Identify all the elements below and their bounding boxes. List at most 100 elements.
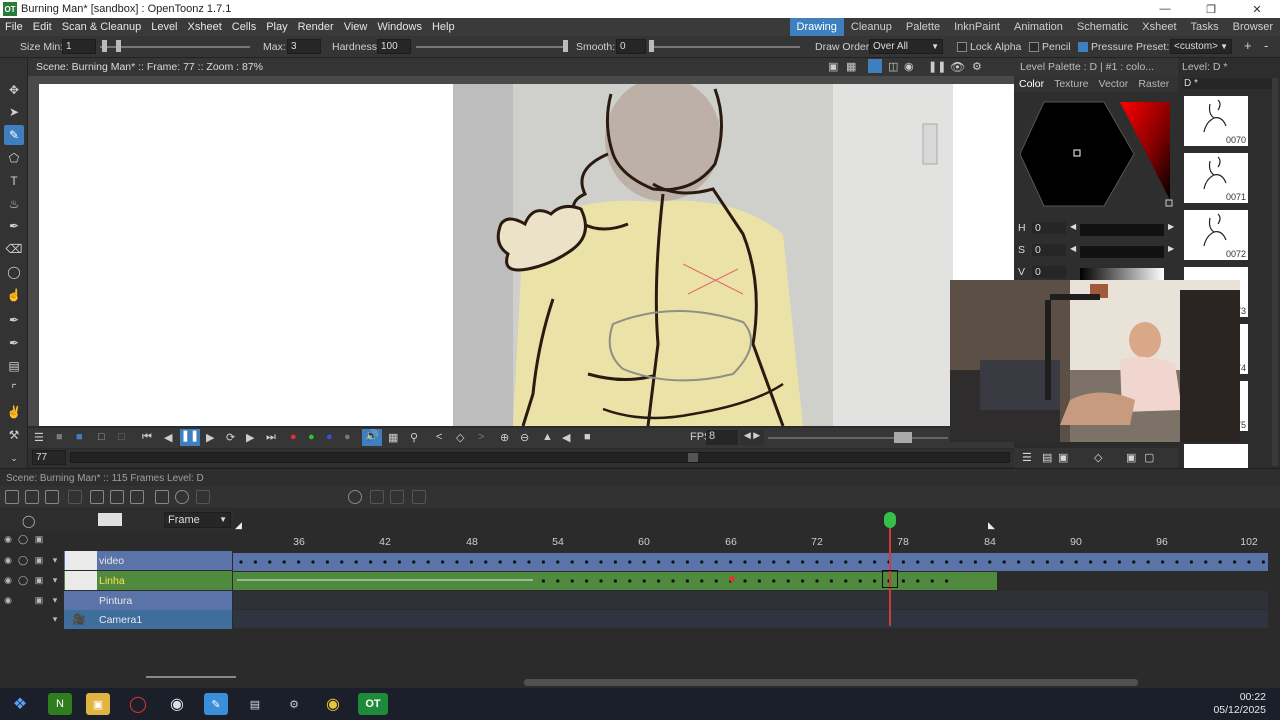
size-slider[interactable] <box>100 46 250 48</box>
step-icon[interactable] <box>110 490 124 504</box>
stop-icon[interactable]: ■ <box>584 431 591 443</box>
frame-field[interactable]: 77 <box>32 450 66 465</box>
preview-eye-icon[interactable]: 👁 <box>950 60 965 74</box>
lock-alpha-checkbox[interactable]: Lock Alpha <box>957 41 1021 53</box>
menu-icon[interactable]: ☰ <box>34 431 44 444</box>
new-toonz-raster-level-icon[interactable] <box>25 490 39 504</box>
close-button[interactable]: ✕ <box>1234 0 1280 18</box>
smooth-slider[interactable] <box>650 46 800 48</box>
bg-white-icon[interactable]: ■ <box>76 431 83 443</box>
tab-texture[interactable]: Texture <box>1049 78 1093 90</box>
pencil-checkbox[interactable]: Pencil <box>1029 41 1071 53</box>
opera-icon[interactable]: ◯ <box>126 693 150 715</box>
decrease-step-icon[interactable] <box>390 490 404 504</box>
hardness-handle[interactable] <box>563 40 568 52</box>
tab-raster[interactable]: Raster <box>1133 78 1174 90</box>
room-tab-animation[interactable]: Animation <box>1007 18 1070 36</box>
save-palette-icon[interactable]: ▣ <box>1058 451 1068 464</box>
chevron-down-icon[interactable]: ▾ <box>50 555 60 565</box>
menu-cells[interactable]: Cells <box>227 21 261 33</box>
finger-tool-icon[interactable]: ☝ <box>4 285 24 305</box>
swing-icon[interactable] <box>196 490 210 504</box>
size-max-handle[interactable] <box>116 40 121 52</box>
green-channel-icon[interactable]: ● <box>308 431 315 443</box>
flip-vertical-icon[interactable]: ▲ <box>542 431 553 443</box>
size-min-handle[interactable] <box>102 40 107 52</box>
level-frame-thumbnail[interactable]: 0072 <box>1184 210 1248 260</box>
chevron-down-icon[interactable]: ▾ <box>50 575 60 585</box>
layer-video[interactable]: ◉ ◯ ▣ ▾ video <box>0 551 233 570</box>
menu-play[interactable]: Play <box>261 21 292 33</box>
frame-zoom-select[interactable]: Frame ▼ <box>164 512 231 528</box>
camstand-toggle-all-icon[interactable]: ◯ <box>18 534 28 544</box>
palette-menu-icon[interactable]: ☰ <box>1022 451 1032 464</box>
room-tab-drawing[interactable]: Drawing <box>789 18 844 36</box>
play-range-end-marker[interactable]: ◣ <box>988 520 995 531</box>
play-icon[interactable]: ▶ <box>206 431 214 444</box>
camera-view-icon[interactable]: ◉ <box>904 60 914 73</box>
add-preset-button[interactable]: + <box>1244 38 1252 53</box>
preview-eye-icon[interactable]: ◉ <box>3 595 13 605</box>
layer-pintura[interactable]: ◉ ▣ ▾ Pintura <box>0 591 233 610</box>
layer-linha[interactable]: ◉ ◯ ▣ ▾ Linha <box>0 571 233 590</box>
freeze-icon[interactable]: ❚❚ <box>928 60 946 73</box>
zoom-out-icon[interactable]: ⊖ <box>520 431 529 444</box>
windows-start-icon[interactable]: ❖ <box>8 693 32 715</box>
repeat-icon[interactable] <box>90 490 104 504</box>
current-frame-marker[interactable] <box>884 512 896 528</box>
type-tool-icon[interactable]: T <box>4 171 24 191</box>
level-strip-scrollbar[interactable] <box>1272 78 1278 466</box>
track-pintura[interactable] <box>233 591 1268 609</box>
file-explorer-icon[interactable]: ▣ <box>86 693 110 715</box>
menu-render[interactable]: Render <box>293 21 339 33</box>
random-icon[interactable] <box>412 490 426 504</box>
sub-camera-preview-icon[interactable]: ⚙ <box>972 60 982 73</box>
nvidia-icon[interactable]: N <box>48 693 72 715</box>
save-palette-as-icon[interactable]: ▤ <box>1042 451 1052 464</box>
eraser-tool-icon[interactable]: ⌫ <box>4 239 24 259</box>
hammer-tool-icon[interactable]: ⚒ <box>4 425 24 445</box>
field-guide-icon[interactable]: ▦ <box>846 60 856 73</box>
rgb-picker-tool-icon[interactable]: ✒ <box>4 333 24 353</box>
notes-icon[interactable]: ▤ <box>243 693 267 715</box>
toggle-orientation-icon[interactable]: ◯ <box>22 514 35 528</box>
fps-field[interactable]: 8 <box>706 430 738 445</box>
minimize-button[interactable]: — <box>1142 0 1188 18</box>
hue-decrement-icon[interactable]: ◀ <box>1070 222 1076 231</box>
new-vector-level-icon[interactable] <box>5 490 19 504</box>
rotate-icon[interactable] <box>348 490 362 504</box>
hue-increment-icon[interactable]: ▶ <box>1168 222 1174 231</box>
last-frame-icon[interactable]: ⏭ <box>266 431 276 444</box>
level-name-field[interactable]: D * <box>1182 78 1278 89</box>
smooth-handle[interactable] <box>649 40 654 52</box>
level-frame-thumbnail[interactable] <box>1184 444 1248 468</box>
frame-slider[interactable] <box>70 452 1010 463</box>
room-tab-browser[interactable]: Browser <box>1226 18 1280 36</box>
tab-vector[interactable]: Vector <box>1094 78 1134 90</box>
preview-toggle-all-icon[interactable]: ◉ <box>3 534 13 544</box>
lock-icon[interactable]: ▣ <box>34 575 44 585</box>
loop-icon[interactable]: ⟳ <box>226 431 235 444</box>
increase-step-icon[interactable] <box>370 490 384 504</box>
fps-slider-handle[interactable] <box>894 432 912 443</box>
level-frame-thumbnail[interactable]: 0070 <box>1184 96 1248 146</box>
tab-color[interactable]: Color <box>1014 78 1049 90</box>
flip-horizontal-icon[interactable]: ◀ <box>562 431 570 444</box>
track-camera1[interactable] <box>233 610 1268 628</box>
steam-icon[interactable]: ⚙ <box>282 693 306 715</box>
menu-file[interactable]: File <box>0 21 28 33</box>
level-frame-thumbnail[interactable]: 0071 <box>1184 153 1248 203</box>
menu-xsheet[interactable]: Xsheet <box>183 21 227 33</box>
locator-icon[interactable]: ⚲ <box>410 431 418 444</box>
fps-slider[interactable] <box>768 437 948 439</box>
safe-area-icon[interactable]: ▣ <box>828 60 838 73</box>
preview-eye-icon[interactable]: ◉ <box>3 555 13 565</box>
reframe-icon[interactable] <box>68 490 82 504</box>
room-tab-tasks[interactable]: Tasks <box>1184 18 1226 36</box>
max-field[interactable]: 3 <box>287 39 321 54</box>
drawing-canvas[interactable] <box>28 76 1014 426</box>
lock-icon[interactable]: ▣ <box>34 595 44 605</box>
room-tab-cleanup[interactable]: Cleanup <box>844 18 899 36</box>
frame-slider-handle[interactable] <box>688 453 698 462</box>
room-tab-palette[interactable]: Palette <box>899 18 947 36</box>
